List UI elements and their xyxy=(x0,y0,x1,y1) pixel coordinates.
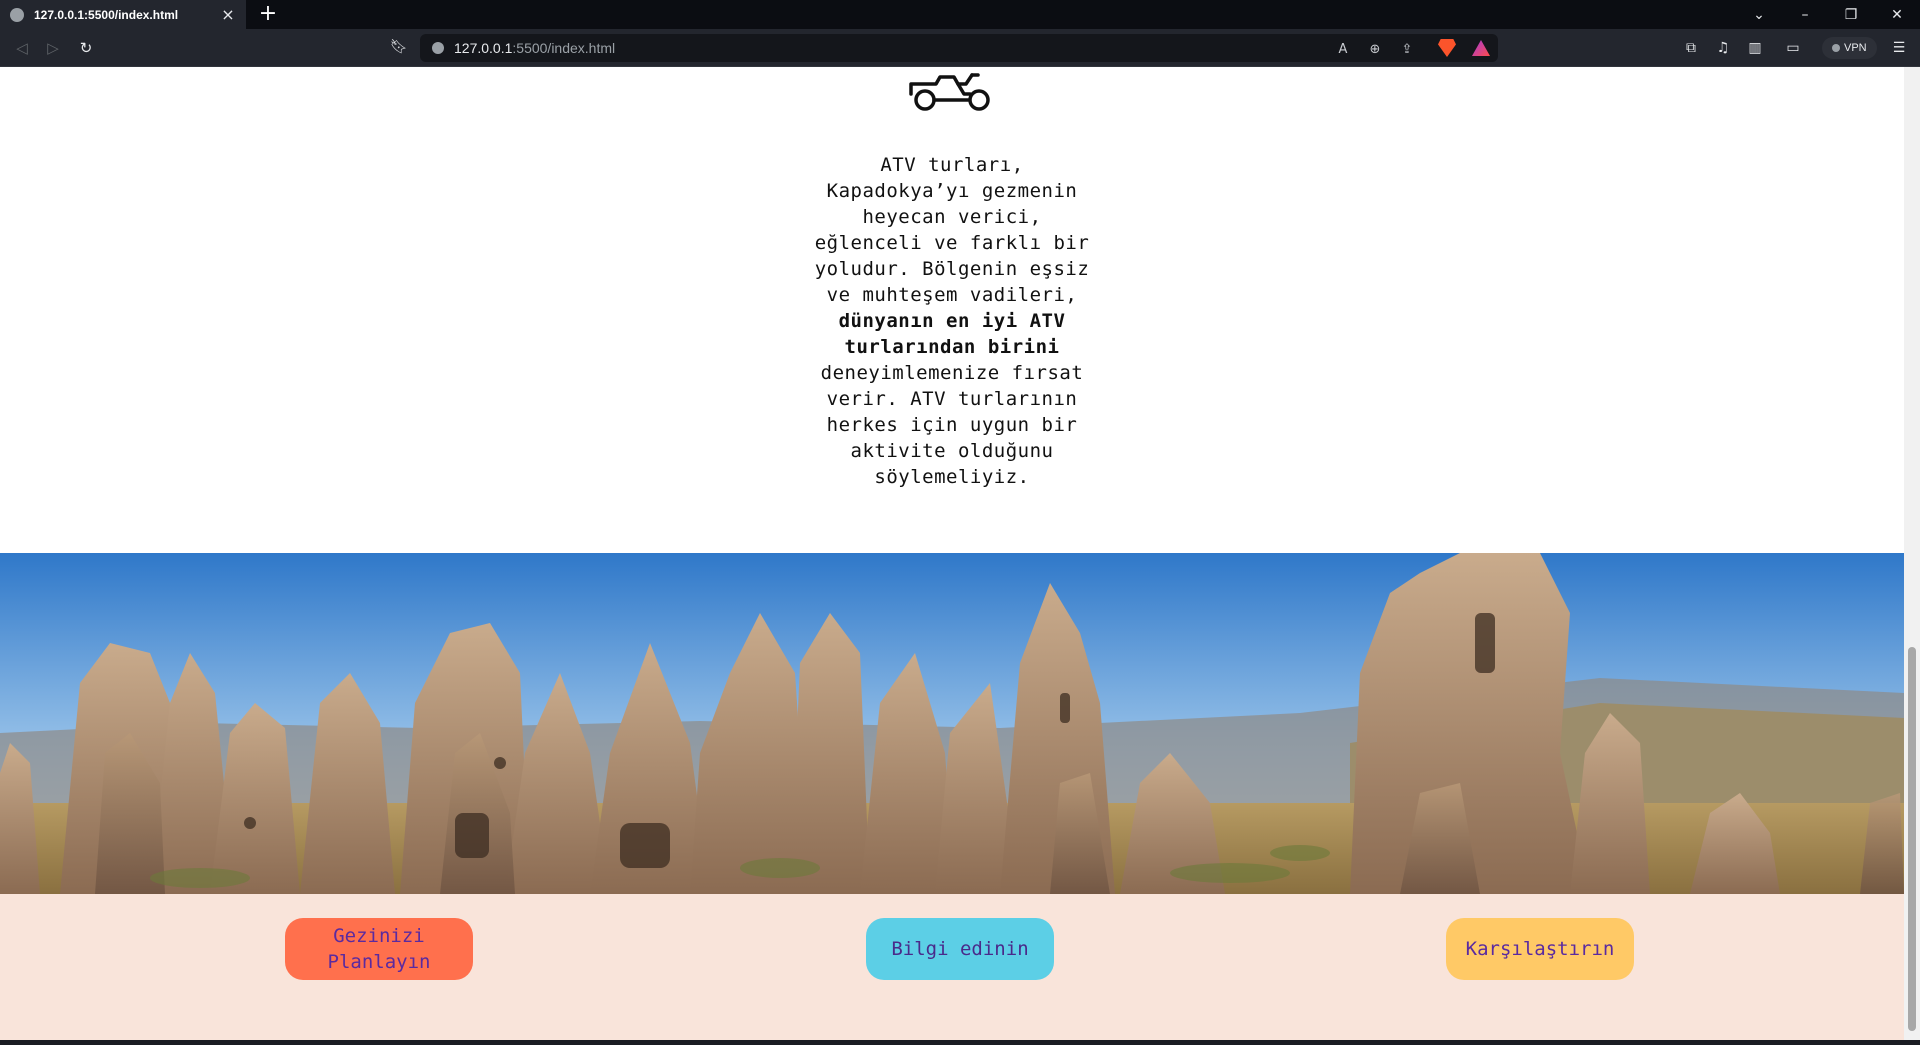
scrollbar-thumb[interactable] xyxy=(1908,647,1916,1031)
back-button[interactable]: ◁ xyxy=(12,38,32,58)
site-info-icon[interactable] xyxy=(432,42,444,54)
forward-button[interactable]: ▷ xyxy=(43,38,63,58)
plan-trip-button[interactable]: Gezinizi Planlayın xyxy=(285,918,473,980)
bookmark-icon[interactable]: 🔖︎ xyxy=(390,39,408,55)
vpn-label: VPN xyxy=(1844,42,1867,54)
learn-more-button[interactable]: Bilgi edinin xyxy=(866,918,1054,980)
vpn-status-icon xyxy=(1832,44,1840,52)
minimize-button[interactable]: – xyxy=(1782,0,1828,29)
extensions-icon[interactable]: ⧉ xyxy=(1682,39,1700,57)
address-bar[interactable]: 127.0.0.1:5500/index.html A ⊕ ⇪ xyxy=(420,34,1498,62)
new-tab-button[interactable]: + xyxy=(256,2,280,26)
window-close-button[interactable]: ✕ xyxy=(1874,0,1920,29)
page-scrollbar[interactable] xyxy=(1904,67,1920,1040)
tab-bar: 127.0.0.1:5500/index.html × + ⌄ – ❐ ✕ xyxy=(0,0,1920,29)
hero-image-cappadocia xyxy=(0,553,1904,894)
media-icon[interactable]: ♫ xyxy=(1714,39,1732,57)
share-icon[interactable]: ⇪ xyxy=(1398,40,1416,58)
brave-rewards-icon[interactable] xyxy=(1472,40,1490,56)
menu-icon[interactable]: ☰ xyxy=(1890,39,1908,57)
vpn-button[interactable]: VPN xyxy=(1822,37,1877,59)
close-tab-icon[interactable]: × xyxy=(220,6,236,23)
wallet-icon[interactable]: ▭ xyxy=(1784,39,1802,57)
translate-icon[interactable]: A xyxy=(1334,40,1352,58)
page-viewport: ATV turları, Kapadokya’yı gezmenin heyec… xyxy=(0,67,1904,1040)
intro-highlight: dünyanın en iyi ATV turlarından birini xyxy=(838,310,1066,358)
brave-shields-icon[interactable] xyxy=(1438,39,1456,57)
tab-search-chevron-icon[interactable]: ⌄ xyxy=(1736,0,1782,29)
sidebar-icon[interactable]: ▥ xyxy=(1746,39,1764,57)
globe-icon xyxy=(10,7,24,22)
reload-button[interactable]: ↻ xyxy=(76,38,96,58)
browser-tab[interactable]: 127.0.0.1:5500/index.html × xyxy=(0,0,246,29)
zoom-icon[interactable]: ⊕ xyxy=(1366,40,1384,58)
atv-icon xyxy=(909,73,990,111)
cta-band: Gezinizi Planlayın Bilgi edinin Karşılaş… xyxy=(0,894,1904,1040)
compare-button[interactable]: Karşılaştırın xyxy=(1446,918,1634,980)
browser-toolbar: ◁ ▷ ↻ 🔖︎ 127.0.0.1:5500/index.html A ⊕ ⇪… xyxy=(0,29,1920,67)
bottom-edge xyxy=(0,1040,1920,1045)
restore-button[interactable]: ❐ xyxy=(1828,0,1874,29)
address-url: 127.0.0.1:5500/index.html xyxy=(454,40,616,56)
atv-intro-text: ATV turları, Kapadokya’yı gezmenin heyec… xyxy=(814,154,1090,488)
tab-title: 127.0.0.1:5500/index.html xyxy=(34,7,179,22)
